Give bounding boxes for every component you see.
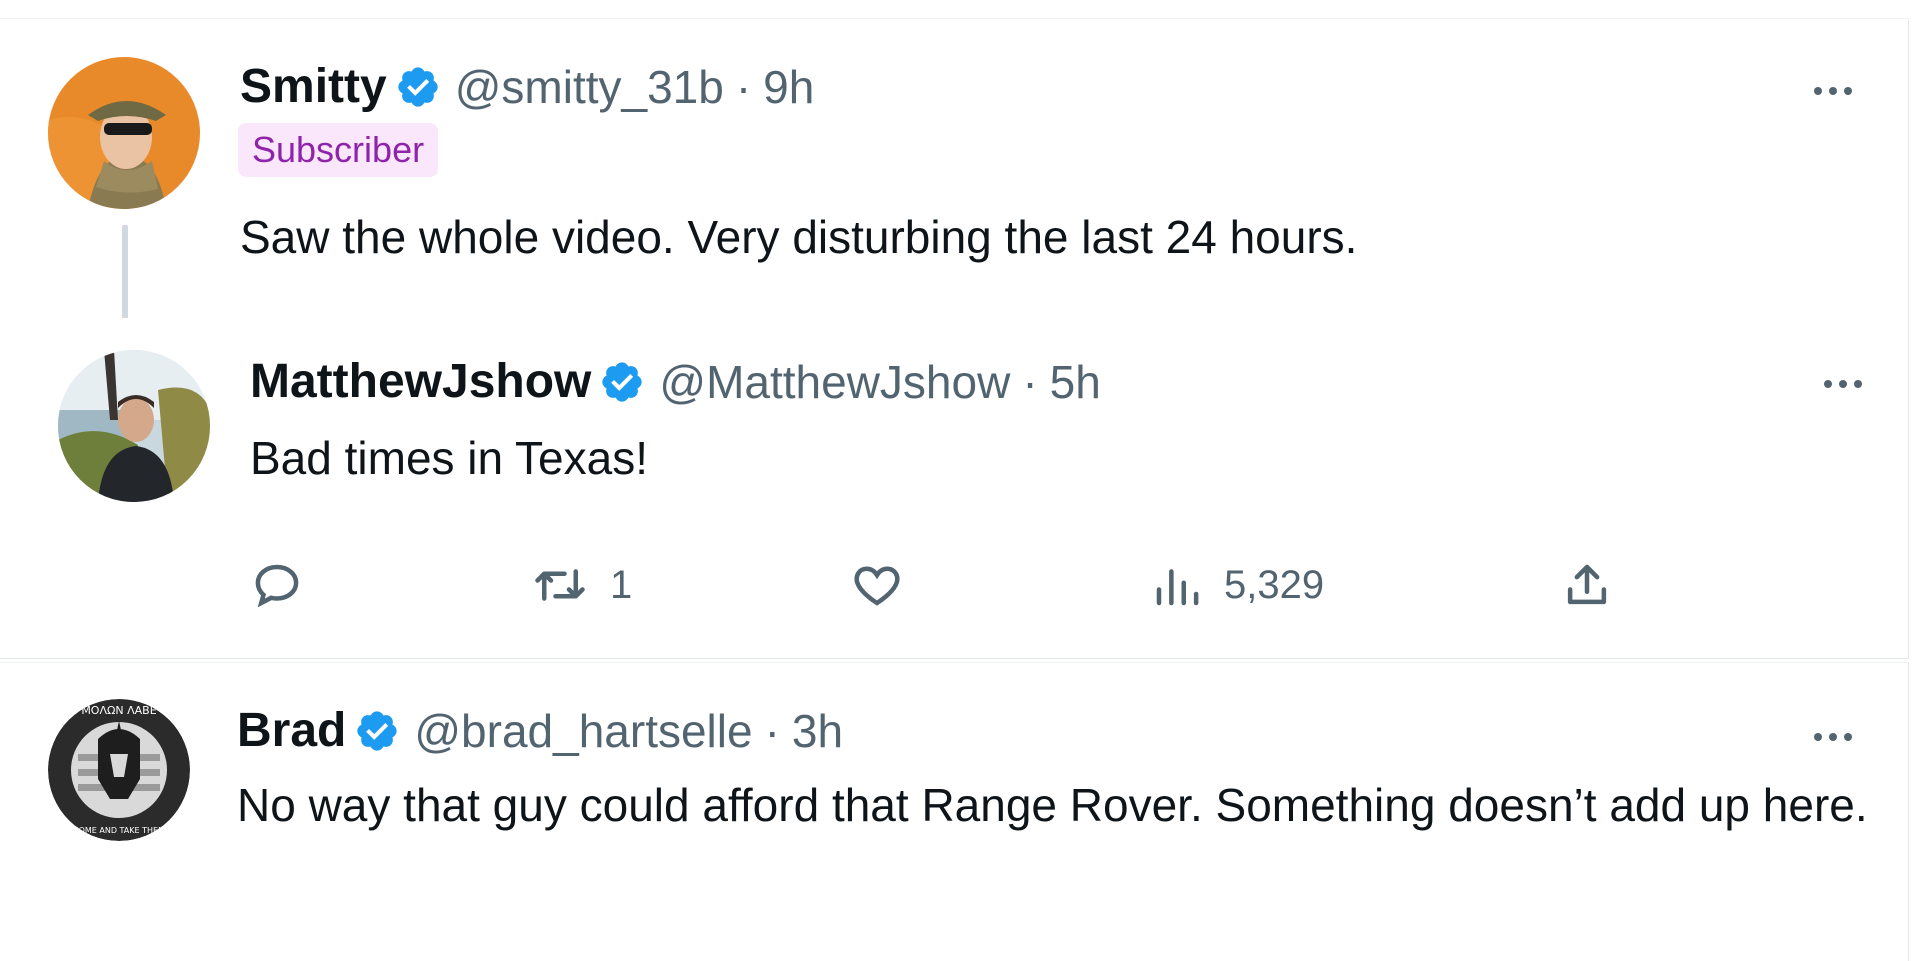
retweet-button[interactable]: 1 xyxy=(530,558,632,612)
reply-icon xyxy=(255,564,299,608)
tweet-header: Brad @brad_hartselle · 3h xyxy=(237,703,843,758)
retweet-icon xyxy=(535,569,585,601)
timestamp[interactable]: 3h xyxy=(792,704,843,758)
seal-top-text: ΜΟΛΩΝ ΛΑΒΕ xyxy=(81,704,156,717)
retweet-count: 1 xyxy=(610,562,633,607)
avatar[interactable] xyxy=(58,350,210,502)
tweet-2[interactable]: MatthewJshow @MatthewJshow · 5h Bad time… xyxy=(0,318,1909,659)
subscriber-badge: Subscriber xyxy=(238,123,439,177)
separator: · xyxy=(735,60,752,113)
tweet-text: Bad times in Texas! xyxy=(250,432,649,484)
more-icon[interactable] xyxy=(1824,380,1862,388)
display-name[interactable]: MatthewJshow xyxy=(250,354,591,409)
username-handle[interactable]: @MatthewJshow xyxy=(659,355,1010,409)
tweet-1[interactable]: Smitty @smitty_31b · 9h Subscriber Saw t… xyxy=(0,18,1909,337)
views-count: 5,329 xyxy=(1224,562,1325,607)
tweet-header: MatthewJshow @MatthewJshow · 5h xyxy=(250,354,1101,409)
share-icon xyxy=(1567,564,1607,605)
avatar[interactable] xyxy=(48,57,200,209)
display-name[interactable]: Brad xyxy=(237,703,346,758)
verified-icon xyxy=(357,710,398,751)
tweet-3[interactable]: ΜΟΛΩΝ ΛΑΒΕ COME AND TAKE THEM Brad @brad… xyxy=(0,662,1909,961)
seal-bottom-text: COME AND TAKE THEM xyxy=(73,826,165,835)
verified-icon xyxy=(602,361,643,402)
tweet-header: Smitty @smitty_31b · 9h xyxy=(240,59,814,114)
verified-icon xyxy=(398,66,438,107)
reply-button[interactable] xyxy=(250,558,324,612)
more-icon[interactable] xyxy=(1814,733,1852,741)
views-icon xyxy=(1156,569,1199,606)
username-handle[interactable]: @brad_hartselle xyxy=(414,704,752,758)
timestamp[interactable]: 5h xyxy=(1050,355,1101,409)
tweet-actions: 1 5,329 xyxy=(250,558,1630,628)
separator: · xyxy=(1022,355,1038,408)
like-icon xyxy=(854,566,900,606)
avatar[interactable]: ΜΟΛΩΝ ΛΑΒΕ COME AND TAKE THEM xyxy=(48,699,190,841)
views-button[interactable]: 5,329 xyxy=(1150,558,1324,612)
like-button[interactable] xyxy=(850,558,924,612)
tweet-text: Saw the whole video. Very disturbing the… xyxy=(240,211,1358,263)
share-button[interactable] xyxy=(1560,558,1614,612)
tweet-text: No way that guy could afford that Range … xyxy=(237,779,1868,831)
username-handle[interactable]: @smitty_31b xyxy=(455,60,724,114)
timestamp[interactable]: 9h xyxy=(763,60,814,114)
separator: · xyxy=(764,704,780,757)
more-icon[interactable] xyxy=(1814,87,1852,95)
display-name[interactable]: Smitty xyxy=(240,59,387,114)
